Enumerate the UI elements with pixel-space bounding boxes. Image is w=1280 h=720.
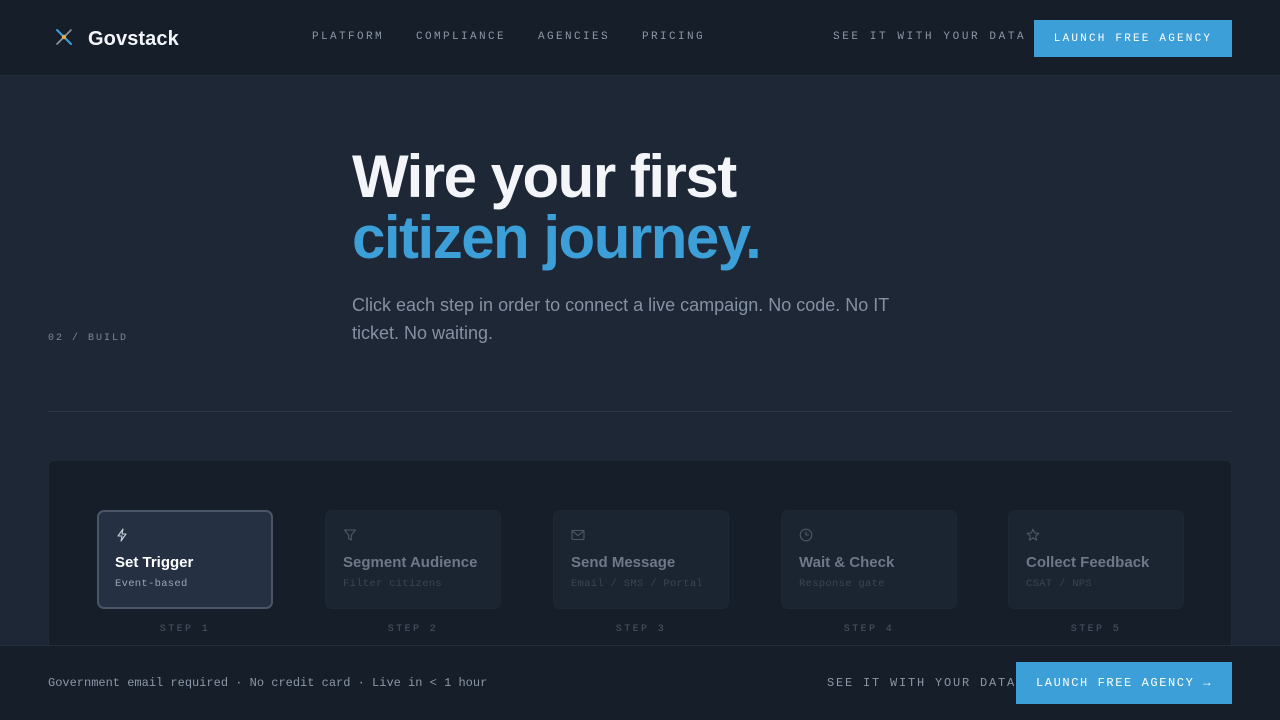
see-with-your-data-link[interactable]: SEE IT WITH YOUR DATA xyxy=(827,676,1016,690)
main-nav: PLATFORM COMPLIANCE AGENCIES PRICING xyxy=(312,31,737,43)
hero-subtitle: Click each step in order to connect a li… xyxy=(352,295,889,343)
step-label: STEP 5 xyxy=(1070,624,1122,635)
step-label: STEP 1 xyxy=(159,624,211,635)
section-divider xyxy=(48,411,1232,412)
section-label: 02 / BUILD xyxy=(48,333,129,344)
step-card-send-message[interactable]: Send Message Email / SMS / Portal xyxy=(553,510,729,609)
nav-item-platform[interactable]: PLATFORM xyxy=(312,31,384,43)
mail-icon xyxy=(571,528,585,542)
nav-item-compliance[interactable]: COMPLIANCE xyxy=(416,31,506,43)
nav-item-agencies[interactable]: AGENCIES xyxy=(538,31,610,43)
sparkle-compass-icon xyxy=(54,27,74,52)
step-label: STEP 3 xyxy=(615,624,667,635)
step-title: Send Message xyxy=(571,554,676,571)
step-subtitle: Response gate xyxy=(799,578,885,590)
top-header: Govstack PLATFORM COMPLIANCE AGENCIES PR… xyxy=(0,0,1280,76)
hero-title-line-2: citizen journey. xyxy=(352,204,762,271)
step-subtitle: Event-based xyxy=(115,578,188,590)
brand-logo[interactable]: Govstack xyxy=(54,27,179,52)
step-subtitle: Filter citizens xyxy=(343,578,443,590)
nav-item-pricing[interactable]: PRICING xyxy=(642,31,705,43)
step-subtitle: Email / SMS / Portal xyxy=(571,578,704,590)
step-card-collect-feedback[interactable]: Collect Feedback CSAT / NPS xyxy=(1008,510,1184,609)
signup-requirements-note: Government email required · No credit ca… xyxy=(48,676,488,690)
launch-free-agency-button[interactable]: LAUNCH FREE AGENCY → xyxy=(1016,662,1232,704)
step-card-wait-and-check[interactable]: Wait & Check Response gate xyxy=(781,510,957,609)
clock-icon xyxy=(799,528,813,542)
step-label: STEP 4 xyxy=(843,624,895,635)
step-title: Wait & Check xyxy=(799,554,895,571)
step-subtitle: CSAT / NPS xyxy=(1026,578,1093,590)
launch-free-agency-button[interactable]: LAUNCH FREE AGENCY xyxy=(1034,20,1232,57)
bolt-icon xyxy=(115,528,129,542)
step-label: STEP 2 xyxy=(387,624,439,635)
step-title: Set Trigger xyxy=(115,554,194,571)
hero-title-line-1: Wire your first xyxy=(352,143,737,210)
star-icon xyxy=(1026,528,1040,542)
brand-name: Govstack xyxy=(88,28,179,50)
step-card-set-trigger[interactable]: Set Trigger Event-based xyxy=(97,510,273,609)
filter-icon xyxy=(343,528,357,542)
step-title: Collect Feedback xyxy=(1026,554,1150,571)
hero-title: Wire your first citizen journey. xyxy=(352,143,762,271)
see-with-your-data-link[interactable]: SEE IT WITH YOUR DATA xyxy=(833,31,1026,43)
step-card-segment-audience[interactable]: Segment Audience Filter citizens xyxy=(325,510,501,609)
step-title: Segment Audience xyxy=(343,554,478,571)
sticky-cta-bar: Government email required · No credit ca… xyxy=(0,645,1280,720)
